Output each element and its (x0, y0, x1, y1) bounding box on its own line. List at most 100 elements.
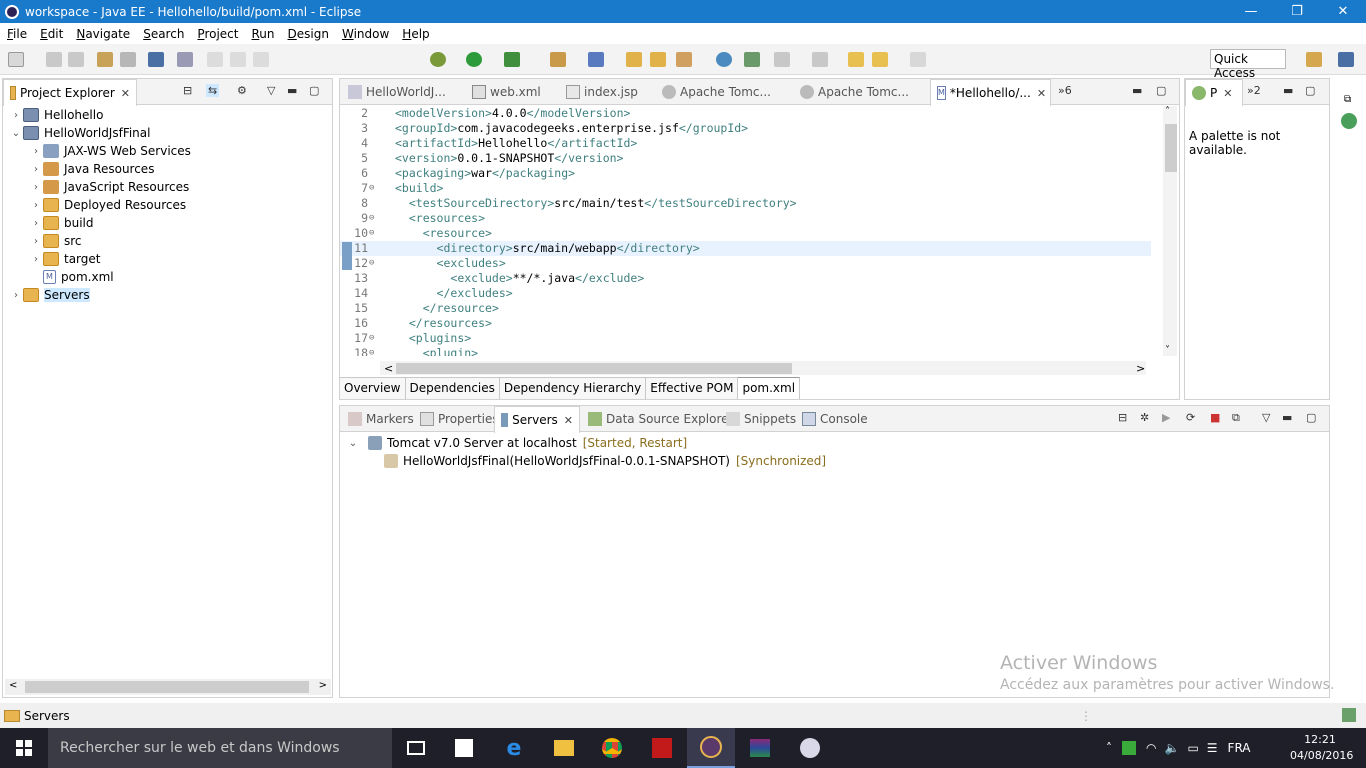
scroll-left-icon[interactable]: < (9, 680, 17, 691)
debug-icon[interactable] (430, 52, 446, 67)
close-button[interactable]: ✕ (1320, 0, 1366, 23)
code-line[interactable]: 5 <version>0.0.1-SNAPSHOT</version> (340, 151, 1151, 166)
minimize-button[interactable]: — (1228, 0, 1274, 23)
code-line[interactable]: 2 <modelVersion>4.0.0</modelVersion> (340, 106, 1151, 121)
paint-icon[interactable] (786, 728, 834, 768)
scroll-down-icon[interactable]: ˅ (1165, 345, 1170, 356)
fold-icon[interactable]: ⊖ (369, 331, 374, 346)
editor-tab-helloworld[interactable]: HelloWorldJ... (342, 79, 452, 105)
horizontal-scrollbar[interactable]: < > (5, 679, 331, 695)
show-hidden-icons-icon[interactable]: ˄ (1106, 741, 1112, 755)
open-type-icon[interactable] (626, 52, 642, 67)
java-ee-perspective-icon[interactable] (1338, 52, 1354, 67)
menu-edit[interactable]: Edit (33, 27, 69, 41)
tab-effective-pom[interactable]: Effective POM (646, 377, 739, 399)
chrome-icon[interactable] (588, 728, 636, 768)
menu-design[interactable]: Design (281, 27, 335, 41)
tab-servers[interactable]: Servers ✕ (494, 406, 580, 433)
tab-dependencies[interactable]: Dependencies (405, 377, 500, 399)
globe-icon[interactable] (716, 52, 732, 67)
taskbar-clock[interactable]: 12:21 04/08/2016 (1290, 732, 1353, 764)
horizontal-scrollbar[interactable] (380, 361, 1146, 375)
code-line[interactable]: 16 </resources> (340, 316, 1151, 331)
run-external-icon[interactable] (504, 52, 520, 67)
tab-properties[interactable]: Properties (414, 406, 505, 432)
terminate-icon[interactable] (253, 52, 269, 67)
tab-palette[interactable]: P ✕ (1185, 79, 1243, 106)
collapse-all-icon[interactable]: ⊟ (1118, 411, 1127, 424)
expand-icon[interactable]: › (29, 218, 43, 229)
prev-annotation-icon[interactable] (812, 52, 828, 67)
tab-markers[interactable]: Markers (342, 406, 420, 432)
minimize-view-icon[interactable]: ▬ (1132, 84, 1142, 97)
tree-item[interactable]: ⌄ HelloWorldJsfFinal (9, 124, 150, 142)
notifications-icon[interactable]: ☰ (1207, 741, 1218, 755)
tree-item[interactable]: › Java Resources (29, 160, 154, 178)
menu-run[interactable]: Run (244, 27, 280, 41)
quick-access-input[interactable]: Quick Access (1210, 49, 1286, 80)
code-line[interactable]: 9 ⊖ <resources> (340, 211, 1151, 226)
scroll-up-icon[interactable]: ˄ (1165, 106, 1170, 117)
tab-overview[interactable]: Overview (340, 377, 406, 399)
winrar-icon[interactable] (736, 728, 784, 768)
code-line[interactable]: 11 <directory>src/main/webapp</directory… (340, 241, 1151, 256)
fold-icon[interactable]: ⊖ (369, 211, 374, 226)
tree-item[interactable]: › Deployed Resources (29, 196, 186, 214)
expand-icon[interactable]: › (9, 110, 23, 121)
code-line[interactable]: 13 <exclude>**/*.java</exclude> (340, 271, 1151, 286)
tree-item[interactable]: › JavaScript Resources (29, 178, 189, 196)
open-console-icon[interactable] (148, 52, 164, 67)
acrobat-icon[interactable] (638, 728, 686, 768)
server-row[interactable]: ⌄ Tomcat v7.0 Server at localhost [Start… (346, 434, 687, 452)
debug-server-icon[interactable]: ✲ (1140, 411, 1149, 424)
fold-icon[interactable]: ⊖ (369, 256, 374, 271)
collapse-all-icon[interactable]: ⊟ (183, 84, 192, 97)
code-line[interactable]: 7 ⊖ <build> (340, 181, 1151, 196)
close-icon[interactable]: ✕ (1037, 87, 1046, 100)
build-all-icon[interactable] (120, 52, 136, 67)
volume-muted-icon[interactable]: 🔈 (1164, 741, 1179, 755)
expand-icon[interactable]: › (29, 236, 43, 247)
filter-icon[interactable]: ⚙ (237, 84, 247, 97)
editor-tab-web-xml[interactable]: web.xml (466, 79, 547, 105)
code-line[interactable]: 14 </excludes> (340, 286, 1151, 301)
new-java-project-icon[interactable] (550, 52, 566, 67)
fold-icon[interactable]: ⊖ (369, 181, 374, 196)
view-menu-icon[interactable]: ▽ (267, 84, 275, 97)
open-task-icon[interactable] (650, 52, 666, 67)
outline-icon[interactable] (1341, 113, 1357, 129)
eclipse-taskbar-icon[interactable] (687, 728, 735, 768)
menu-window[interactable]: Window (335, 27, 395, 41)
fold-icon[interactable]: ⊖ (369, 226, 374, 241)
new-class-icon[interactable] (588, 52, 604, 67)
publish-icon[interactable]: ⧉ (1232, 411, 1240, 425)
code-line[interactable]: 12 ⊖ <excludes> (340, 256, 1151, 271)
link-editor-icon[interactable]: ⇆ (206, 84, 220, 97)
tree-item[interactable]: › Servers (9, 286, 90, 304)
restore-button[interactable]: ❐ (1274, 0, 1320, 23)
maximize-view-icon[interactable]: ▢ (1156, 84, 1166, 97)
vertical-scrollbar[interactable]: ˄ ˅ (1163, 106, 1177, 356)
tree-item[interactable]: › src (29, 232, 82, 250)
skip-breakpoints-icon[interactable] (177, 52, 193, 67)
close-icon[interactable]: ✕ (1223, 87, 1232, 100)
collapse-icon[interactable]: ⌄ (9, 128, 23, 139)
taskbar-search-input[interactable]: Rechercher sur le web et dans Windows (48, 728, 392, 768)
start-server-icon[interactable]: ▶ (1162, 411, 1170, 424)
wifi-icon[interactable]: ◠ (1146, 741, 1156, 755)
tab-project-explorer[interactable]: Project Explorer ✕ (3, 79, 137, 106)
collapse-icon[interactable]: ⌄ (346, 438, 360, 449)
run-icon[interactable] (466, 52, 482, 67)
language-indicator[interactable]: FRA (1228, 741, 1251, 755)
tab-data-source-explorer[interactable]: Data Source Explorer (582, 406, 739, 432)
start-button[interactable] (0, 728, 48, 768)
edge-icon[interactable]: e (490, 728, 538, 768)
progress-icon[interactable] (1342, 708, 1356, 722)
code-line[interactable]: 17 ⊖ <plugins> (340, 331, 1151, 346)
view-menu-icon[interactable]: ▽ (1262, 411, 1270, 424)
task-view-icon[interactable] (392, 728, 440, 768)
restore-icon[interactable]: ⧉ (1344, 94, 1351, 105)
more-tabs-button[interactable]: »6 (1058, 84, 1072, 97)
minimize-view-icon[interactable]: ▬ (287, 84, 297, 97)
menu-project[interactable]: Project (190, 27, 244, 41)
